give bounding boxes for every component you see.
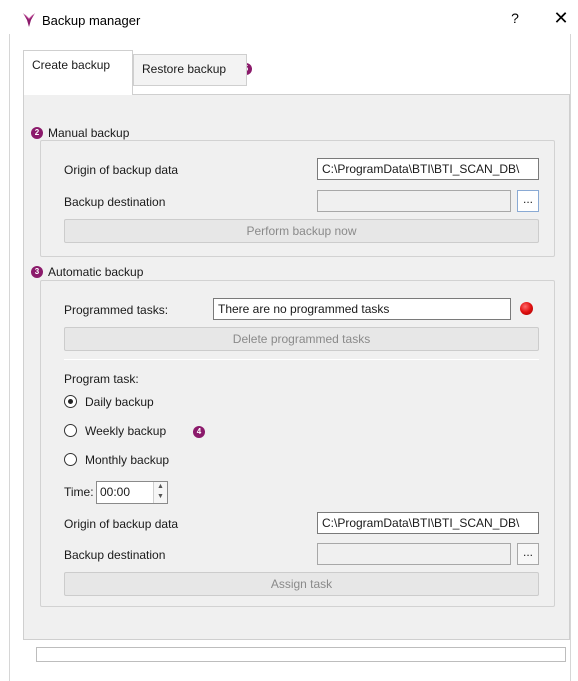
tab-restore-backup[interactable]: Restore backup (133, 54, 247, 86)
radio-label: Monthly backup (85, 453, 170, 467)
radio-selected-dot (68, 399, 73, 404)
programmed-tasks-field: There are no programmed tasks (213, 298, 511, 320)
radio-button[interactable] (64, 395, 77, 408)
auto-browse-destination-button[interactable]: ... (517, 543, 539, 565)
auto-origin-field[interactable]: C:\ProgramData\BTI\BTI_SCAN_DB\ (317, 512, 539, 534)
assign-task-button[interactable]: Assign task (64, 572, 539, 596)
close-button[interactable]: ✕ (550, 8, 572, 32)
tab-label: Create backup (32, 58, 111, 72)
auto-destination-field[interactable] (317, 543, 511, 565)
radio-daily[interactable]: Daily backup (64, 395, 204, 411)
auto-destination-label: Backup destination (64, 548, 166, 562)
radio-monthly[interactable]: Monthly backup (64, 453, 204, 469)
progress-bar (36, 647, 566, 662)
program-task-label: Program task: (64, 372, 139, 386)
app-logo-icon (23, 13, 35, 27)
radio-button[interactable] (64, 453, 77, 466)
tab-label: Restore backup (142, 62, 227, 76)
time-spinbox[interactable]: 00:00 ▲ ▼ (96, 481, 168, 504)
origin-field[interactable]: C:\ProgramData\BTI\BTI_SCAN_DB\ (317, 158, 539, 180)
separator (64, 359, 539, 360)
spin-arrows-icon[interactable]: ▲ ▼ (153, 482, 167, 503)
delete-programmed-tasks-button[interactable]: Delete programmed tasks (64, 327, 539, 351)
manual-backup-title: Manual backup (48, 126, 130, 140)
perform-backup-button[interactable]: Perform backup now (64, 219, 539, 243)
time-label: Time: (64, 485, 94, 499)
radio-weekly[interactable]: Weekly backup (64, 424, 204, 440)
callout-badge: 4 (193, 426, 205, 438)
window-title: Backup manager (42, 13, 141, 28)
automatic-backup-title: Automatic backup (48, 265, 144, 279)
radio-label: Daily backup (85, 395, 154, 409)
status-indicator-icon (520, 302, 533, 315)
browse-destination-button[interactable]: ... (517, 190, 539, 212)
time-value: 00:00 (100, 485, 131, 499)
auto-origin-label: Origin of backup data (64, 517, 179, 531)
radio-label: Weekly backup (85, 424, 167, 438)
destination-label: Backup destination (64, 195, 166, 209)
destination-field[interactable] (317, 190, 511, 212)
callout-badge: 3 (31, 266, 43, 278)
programmed-tasks-label: Programmed tasks: (64, 303, 169, 317)
origin-label: Origin of backup data (64, 163, 179, 177)
callout-badge: 2 (31, 127, 43, 139)
help-button[interactable]: ? (505, 10, 525, 32)
tab-create-backup[interactable]: Create backup (23, 50, 133, 95)
radio-button[interactable] (64, 424, 77, 437)
